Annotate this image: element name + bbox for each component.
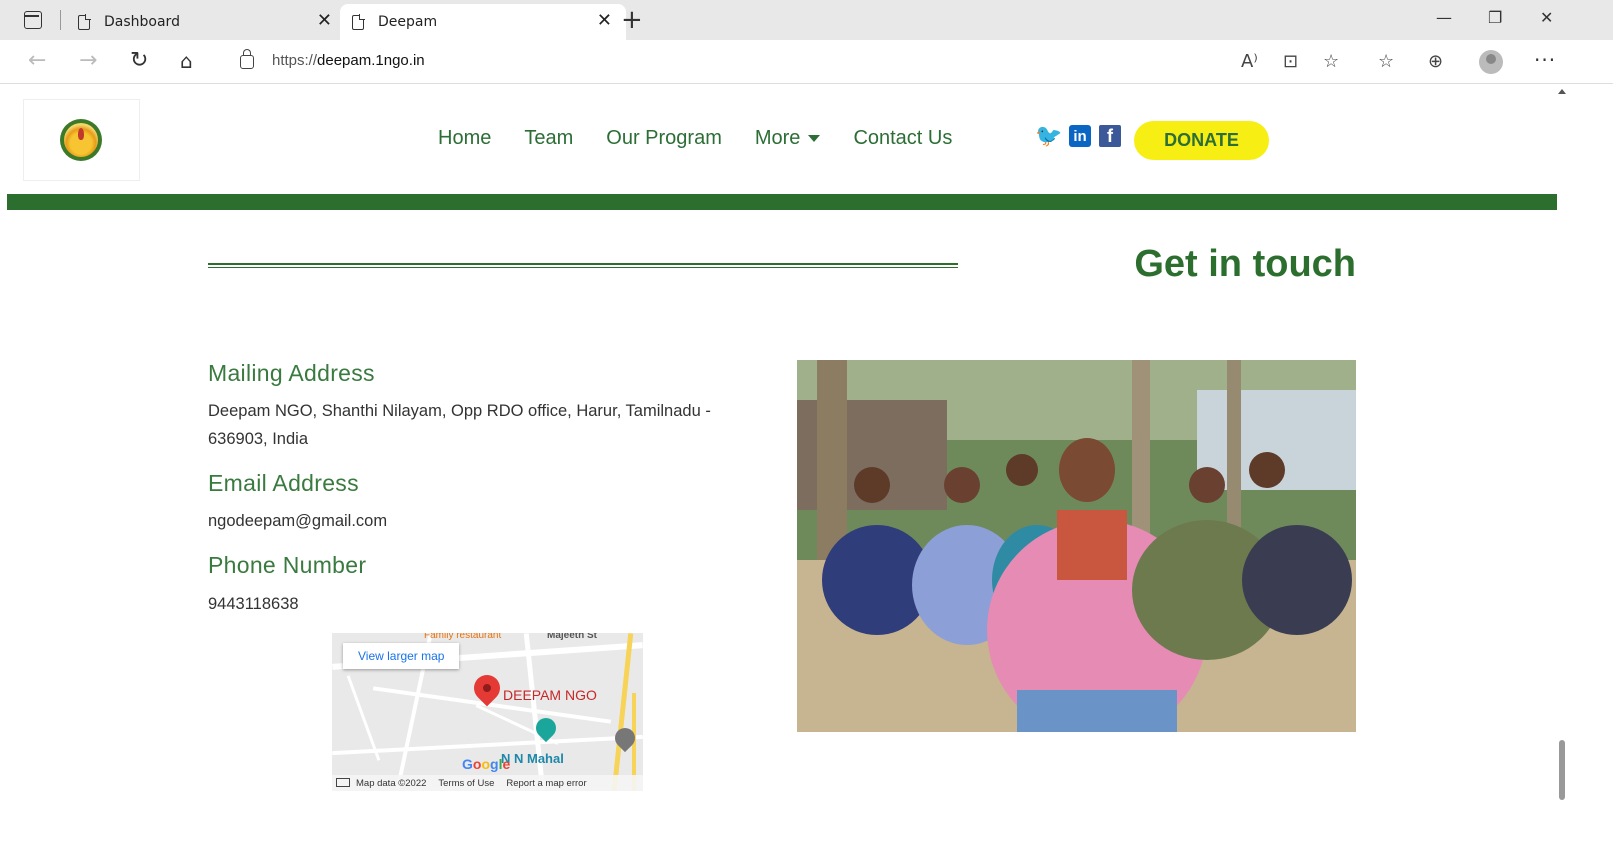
nav-home[interactable]: Home <box>438 127 491 150</box>
map-label-street: Majeeth St <box>547 633 598 641</box>
url-host: deepam.1ngo.in <box>317 52 425 69</box>
map-footer: Map data ©2022 Terms of Use Report a map… <box>332 775 643 791</box>
back-icon[interactable]: ← <box>28 48 46 74</box>
map-pin-label: DEEPAM NGO <box>503 687 597 703</box>
new-tab-button[interactable]: + <box>621 6 643 34</box>
mailing-address-title: Mailing Address <box>208 360 375 386</box>
twitter-icon[interactable]: 🐦 <box>1035 124 1062 149</box>
header-band <box>7 194 1557 210</box>
donate-button[interactable]: DONATE <box>1134 121 1269 160</box>
caret-down-icon <box>808 135 821 143</box>
section-divider <box>208 263 958 268</box>
page-icon <box>352 13 365 30</box>
map-report-link[interactable]: Report a map error <box>506 778 586 789</box>
email-address-title: Email Address <box>208 470 359 496</box>
favorites-icon[interactable]: ☆ <box>1378 51 1394 72</box>
more-icon[interactable]: ··· <box>1534 48 1556 72</box>
add-favorite-icon[interactable]: ☆ <box>1323 51 1339 72</box>
map-label-mahal: N N Mahal <box>501 751 564 766</box>
close-window-button[interactable]: ✕ <box>1540 8 1553 27</box>
tab-actions-icon[interactable] <box>24 11 42 29</box>
tab-label: Deepam <box>378 14 438 30</box>
nav-more-label: More <box>754 127 801 149</box>
tab-dashboard[interactable]: Dashboard ✕ <box>66 4 346 40</box>
tab-label: Dashboard <box>104 14 180 30</box>
close-tab-icon[interactable]: ✕ <box>597 11 612 31</box>
profile-icon[interactable] <box>1479 50 1503 74</box>
map-terms-link[interactable]: Terms of Use <box>438 778 494 789</box>
keyboard-icon[interactable] <box>336 778 350 787</box>
browser-tab-bar: Dashboard ✕ Deepam ✕ + — ❐ ✕ <box>0 0 1613 40</box>
embedded-map[interactable]: Family restaurant Majeeth St View larger… <box>332 633 643 791</box>
tab-divider <box>60 10 61 30</box>
view-larger-map-link[interactable]: View larger map <box>343 643 460 669</box>
immersive-reader-icon[interactable]: ⊡ <box>1283 51 1298 72</box>
home-icon[interactable]: ⌂ <box>180 48 193 74</box>
tab-deepam[interactable]: Deepam ✕ <box>340 4 626 40</box>
address-field[interactable]: https://deepam.1ngo.in <box>272 52 425 69</box>
nav-contact-us[interactable]: Contact Us <box>853 127 952 150</box>
restore-button[interactable]: ❐ <box>1488 8 1502 27</box>
read-aloud-icon[interactable]: A⁾ <box>1241 51 1258 72</box>
page-icon <box>78 13 91 30</box>
lock-icon[interactable] <box>240 49 254 69</box>
scroll-up-icon[interactable] <box>1558 89 1566 94</box>
women-group-photo <box>797 360 1356 732</box>
mailing-address-text: Deepam NGO, Shanthi Nilayam, Opp RDO off… <box>208 402 711 448</box>
linkedin-icon[interactable]: in <box>1069 125 1091 147</box>
nav-our-program[interactable]: Our Program <box>606 127 722 150</box>
nav-team[interactable]: Team <box>524 127 573 150</box>
minimize-button[interactable]: — <box>1436 8 1452 27</box>
forward-icon[interactable]: → <box>79 48 97 74</box>
browser-toolbar: ← → ↻ ⌂ https://deepam.1ngo.in A⁾ ⊡ ☆ ☆ … <box>0 40 1613 84</box>
scrollbar-thumb[interactable] <box>1559 740 1565 800</box>
map-label-restaurant: Family restaurant <box>424 633 502 641</box>
site-logo-box[interactable] <box>23 99 140 181</box>
nav-more[interactable]: More <box>755 127 821 150</box>
close-tab-icon[interactable]: ✕ <box>317 11 332 31</box>
main-nav: Home Team Our Program More Contact Us <box>438 127 952 150</box>
web-page: Home Team Our Program More Contact Us 🐦 … <box>7 85 1557 845</box>
facebook-icon[interactable]: f <box>1099 125 1121 147</box>
page-scrollbar[interactable] <box>1557 85 1567 845</box>
url-protocol: https:// <box>272 52 318 69</box>
phone-number-text: 9443118638 <box>208 595 299 613</box>
refresh-icon[interactable]: ↻ <box>130 48 148 74</box>
email-address-text: ngodeepam@gmail.com <box>208 512 388 530</box>
phone-number-title: Phone Number <box>208 552 367 578</box>
deepam-logo[interactable] <box>60 119 102 161</box>
collections-icon[interactable]: ⊕ <box>1428 51 1443 72</box>
google-logo: Google <box>462 756 511 772</box>
map-data-text: Map data ©2022 <box>356 777 427 789</box>
page-heading: Get in touch <box>1134 243 1356 285</box>
